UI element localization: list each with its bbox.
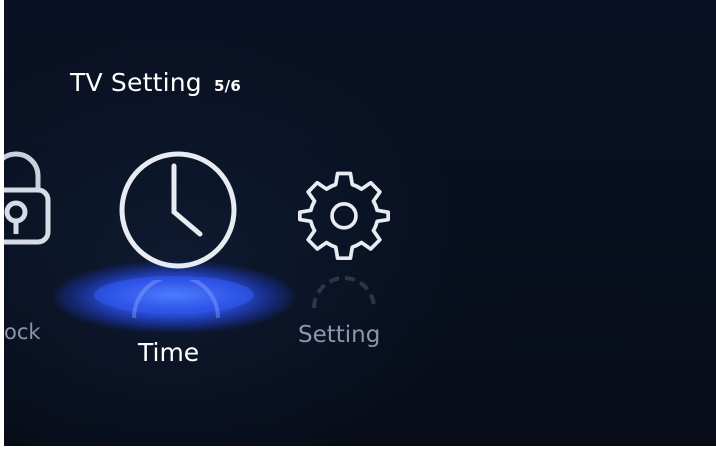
title-text: TV Setting [70, 68, 202, 97]
menu-item-lock-label: ock [4, 320, 41, 344]
page-indicator: 5/6 [214, 77, 241, 95]
gear-icon [298, 171, 390, 260]
clock-reflection-icon [132, 280, 220, 319]
lock-icon [4, 151, 51, 245]
page-title: TV Setting 5/6 [70, 68, 241, 97]
clock-icon [119, 151, 237, 269]
tv-screen: TV Setting 5/6 ock Time Setting [4, 0, 716, 446]
gear-reflection-icon [312, 276, 376, 308]
menu-item-time-label: Time [138, 338, 200, 367]
menu-item-setting-label: Setting [298, 322, 381, 348]
